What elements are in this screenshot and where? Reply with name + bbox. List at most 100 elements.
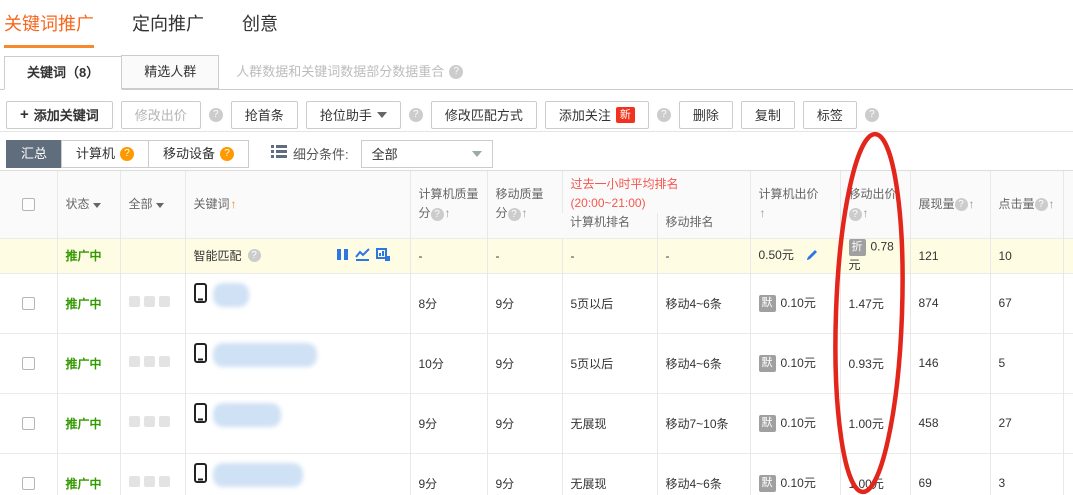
segment-mobile-label: 移动设备 [163, 141, 215, 167]
header-pc-bid[interactable]: 计算机出价 ↑ [750, 171, 840, 239]
help-icon[interactable]: ? [120, 147, 134, 161]
select-all-checkbox[interactable] [22, 198, 35, 211]
header-keyword[interactable]: 关键词↑ [185, 171, 410, 239]
help-icon[interactable]: ? [657, 108, 671, 122]
modify-match-button[interactable]: 修改匹配方式 [431, 101, 537, 129]
clicks-cell: 67 [990, 273, 1063, 333]
all-cell [120, 453, 185, 495]
row-checkbox[interactable] [22, 417, 35, 430]
clicks-cell: 27 [990, 393, 1063, 453]
help-icon[interactable]: ? [849, 208, 862, 221]
redacted-keyword [213, 343, 317, 367]
pc-bid-value: 0.10元 [781, 356, 816, 370]
modify-bid-button[interactable]: 修改出价 [121, 101, 201, 129]
help-icon[interactable]: ? [1035, 198, 1048, 211]
smart-match-label: 智能匹配 [194, 247, 242, 264]
help-icon[interactable]: ? [220, 147, 234, 161]
filter-row: 汇总 计算机 ? 移动设备 ? 细分条件: 全部 [0, 132, 1073, 170]
keyword-cell[interactable] [185, 393, 410, 453]
sort-up-icon[interactable]: ↑ [1049, 197, 1055, 211]
header-keyword-label: 关键词 [194, 197, 230, 211]
header-pc-bid-label: 计算机出价 [759, 187, 819, 201]
mobile-phone-icon [194, 403, 207, 426]
nav-tab-keyword-promotion[interactable]: 关键词推广 [4, 10, 94, 48]
help-icon[interactable]: ? [865, 108, 879, 122]
header-clicks[interactable]: 点击量?↑ [990, 171, 1063, 239]
mobile-rank-cell: 移动4~6条 [657, 273, 750, 333]
segment-summary-button[interactable]: 汇总 [6, 140, 62, 168]
keyword-promotion-page: 关键词推广 定向推广 创意 关键词（8） 精选人群 人群数据和关键词数据部分数据… [0, 0, 1073, 495]
toolbar: + 添加关键词 修改出价 ? 抢首条 抢位助手 ? 修改匹配方式 添加关注 新 … [0, 90, 1073, 132]
pause-icon[interactable] [336, 248, 349, 264]
keyword-cell[interactable] [185, 453, 410, 495]
sort-up-icon[interactable]: ↑ [863, 206, 869, 220]
impressions-cell: 874 [910, 273, 990, 333]
pc-rank-cell: 5页以后 [562, 273, 657, 333]
all-cell [120, 273, 185, 333]
row-checkbox[interactable] [22, 297, 35, 310]
help-icon[interactable]: ? [431, 208, 444, 221]
help-icon[interactable]: ? [248, 249, 261, 262]
pc-rank-cell: - [562, 238, 657, 273]
segment-mobile-button[interactable]: 移动设备 ? [148, 140, 249, 168]
redacted-icon [159, 476, 170, 487]
row-checkbox[interactable] [22, 357, 35, 370]
grab-assistant-button[interactable]: 抢位助手 [306, 101, 401, 129]
spacer-cell [1063, 238, 1073, 273]
help-icon[interactable]: ? [508, 208, 521, 221]
mobile-quality-cell: 9分 [487, 273, 562, 333]
header-mobile-bid[interactable]: 移动出价?↑ [840, 171, 910, 239]
grab-first-button[interactable]: 抢首条 [231, 101, 298, 129]
keyword-cell[interactable] [185, 333, 410, 393]
nav-tab-creative[interactable]: 创意 [242, 10, 278, 45]
header-all-filter[interactable]: 全部 [120, 171, 185, 239]
edit-pencil-icon[interactable] [805, 248, 819, 265]
keyword-cell: 智能匹配 ? [185, 238, 410, 273]
sort-up-icon[interactable]: ↑ [231, 197, 237, 211]
tab-selected-audience[interactable]: 精选人群 [121, 55, 219, 89]
delete-button[interactable]: 删除 [679, 101, 733, 129]
header-status[interactable]: 状态 [57, 171, 120, 239]
header-impressions[interactable]: 展现量?↑ [910, 171, 990, 239]
keyword-cell[interactable] [185, 273, 410, 333]
sort-up-icon[interactable]: ↑ [522, 206, 528, 220]
help-icon[interactable]: ? [209, 108, 223, 122]
redacted-icon [144, 296, 155, 307]
header-pc-quality[interactable]: 计算机质量分?↑ [410, 171, 487, 239]
add-keyword-button[interactable]: + 添加关键词 [6, 101, 113, 129]
pc-rank-cell: 无展现 [562, 453, 657, 495]
pc-bid-value: 0.50元 [759, 248, 794, 262]
help-icon[interactable]: ? [409, 108, 423, 122]
tag-button[interactable]: 标签 [803, 101, 857, 129]
mobile-quality-cell: 9分 [487, 453, 562, 495]
tab-keywords[interactable]: 关键词（8） [4, 56, 122, 90]
checkbox-cell [0, 393, 57, 453]
nav-tab-targeted-promotion[interactable]: 定向推广 [132, 10, 204, 45]
list-icon [271, 145, 287, 163]
row-checkbox[interactable] [22, 477, 35, 490]
sort-up-icon[interactable]: ↑ [969, 197, 975, 211]
mobile-quality-cell: 9分 [487, 333, 562, 393]
header-mobile-rank: 移动排名 [657, 213, 750, 238]
bar-chart-icon[interactable] [376, 248, 390, 264]
segment-condition-select[interactable]: 全部 [361, 140, 493, 168]
sort-up-icon[interactable]: ↑ [760, 206, 766, 220]
add-watch-button[interactable]: 添加关注 新 [545, 101, 649, 129]
sort-up-icon[interactable]: ↑ [445, 206, 451, 220]
mobile-rank-cell: 移动4~6条 [657, 453, 750, 495]
clicks-cell: 5 [990, 333, 1063, 393]
table-row: 推广中 8分 9分 5页以后 移动4~6条 默0.10元 1.47元 874 6… [0, 273, 1073, 333]
spacer-cell [1063, 453, 1073, 495]
add-keyword-label: 添加关键词 [34, 105, 99, 124]
mobile-bid-cell: 1.00元 [840, 393, 910, 453]
segment-computer-button[interactable]: 计算机 ? [61, 140, 149, 168]
pc-quality-cell: 9分 [410, 453, 487, 495]
checkbox-cell [0, 238, 57, 273]
trend-chart-icon[interactable] [355, 248, 370, 264]
header-mobile-quality[interactable]: 移动质量分?↑ [487, 171, 562, 239]
copy-button[interactable]: 复制 [741, 101, 795, 129]
help-icon[interactable]: ? [955, 198, 968, 211]
impressions-cell: 458 [910, 393, 990, 453]
help-icon[interactable]: ? [449, 65, 463, 79]
header-impressions-label: 展现量 [919, 197, 955, 211]
